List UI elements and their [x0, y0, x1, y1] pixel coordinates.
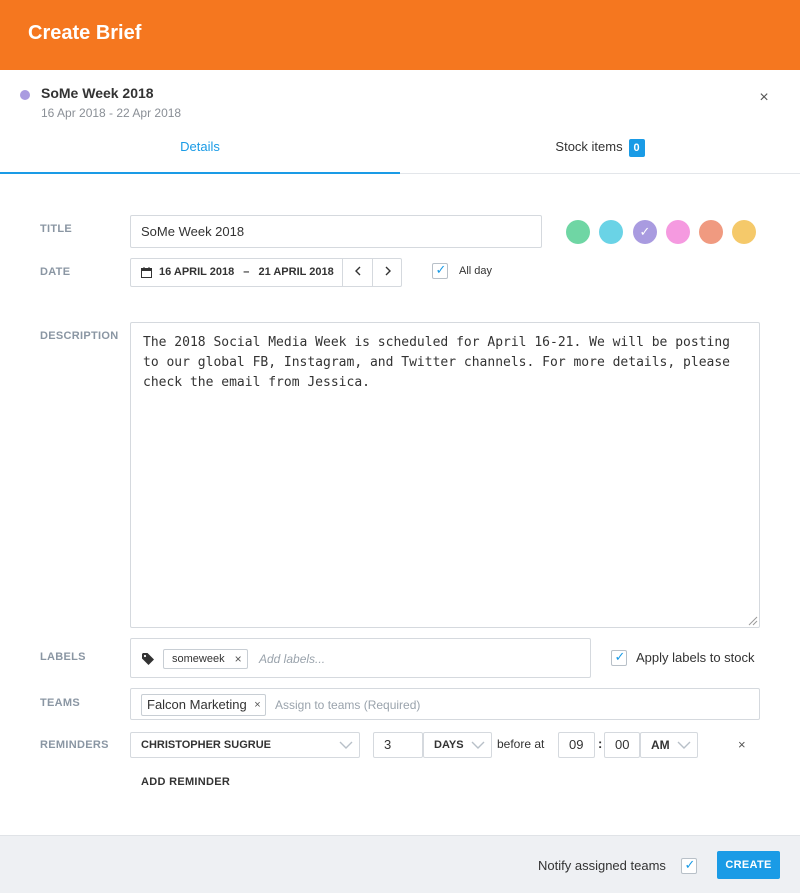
check-icon: ✓: [435, 262, 447, 277]
labels-label: LABELS: [40, 651, 86, 663]
brief-dates: 16 Apr 2018 - 22 Apr 2018: [41, 106, 182, 120]
reminder-unit-value: DAYS: [434, 739, 464, 751]
title-label: TITLE: [40, 223, 73, 235]
header-bar: Create Brief: [0, 0, 800, 70]
add-reminder-button[interactable]: ADD REMINDER: [141, 776, 230, 788]
reminder-person-select[interactable]: CHRISTOPHER SUGRUE: [130, 732, 360, 758]
color-swatch-green[interactable]: [566, 220, 590, 244]
dialog-footer: Notify assigned teams ✓ CREATE: [0, 835, 800, 893]
date-range-text: 16 APRIL 2018 – 21 APRIL 2018: [131, 259, 343, 286]
reminder-minute-input[interactable]: 00: [604, 732, 640, 758]
notify-teams-checkbox[interactable]: ✓: [681, 857, 697, 874]
reminder-amount-input[interactable]: 3: [373, 732, 423, 758]
labels-placeholder: Add labels...: [259, 652, 326, 666]
reminder-ampm-select[interactable]: AM: [640, 732, 698, 758]
brief-header: SoMe Week 2018 16 Apr 2018 - 22 Apr 2018…: [0, 70, 800, 130]
labels-input[interactable]: someweek × Add labels...: [130, 638, 591, 678]
reminder-hour-input[interactable]: 09: [558, 732, 595, 758]
teams-input[interactable]: Falcon Marketing × Assign to teams (Requ…: [130, 688, 760, 720]
tag-icon: [142, 653, 154, 665]
tab-stock-items[interactable]: Stock items 0: [400, 130, 800, 174]
brief-name: SoMe Week 2018: [41, 85, 154, 101]
date-label: DATE: [40, 266, 71, 278]
apply-labels-label: Apply labels to stock: [636, 650, 755, 665]
color-swatch-salmon[interactable]: [699, 220, 723, 244]
description-textarea[interactable]: The 2018 Social Media Week is scheduled …: [130, 322, 760, 628]
before-at-text: before at: [497, 737, 545, 751]
tab-bar: Details Stock items 0: [0, 130, 800, 174]
date-end: 21 APRIL 2018: [258, 266, 334, 278]
remove-reminder-icon[interactable]: ×: [738, 737, 746, 752]
description-label: DESCRIPTION: [40, 330, 119, 342]
color-swatch-purple[interactable]: ✓: [633, 220, 657, 244]
chevron-down-icon: [339, 741, 353, 749]
chevron-down-icon: [677, 741, 691, 749]
date-next-button[interactable]: [372, 259, 402, 286]
date-start: 16 APRIL 2018: [159, 266, 235, 278]
teams-placeholder: Assign to teams (Required): [275, 698, 421, 712]
team-chip-text: Falcon Marketing: [147, 697, 247, 712]
all-day-checkbox[interactable]: ✓: [432, 262, 448, 279]
check-icon: ✓: [684, 857, 696, 872]
title-input[interactable]: [130, 215, 542, 248]
create-button[interactable]: CREATE: [717, 851, 780, 879]
close-icon[interactable]: ×: [756, 90, 772, 106]
reminder-unit-select[interactable]: DAYS: [423, 732, 492, 758]
chevron-right-icon: [385, 266, 391, 276]
dialog-title: Create Brief: [28, 22, 142, 44]
color-swatch-cyan[interactable]: [599, 220, 623, 244]
stock-count-badge: 0: [628, 138, 645, 157]
teams-label: TEAMS: [40, 697, 80, 709]
brief-color-dot: [20, 90, 30, 100]
check-icon: ✓: [639, 224, 651, 239]
time-colon: :: [598, 736, 603, 751]
resize-handle-icon[interactable]: [748, 616, 758, 626]
label-chip-text: someweek: [172, 653, 225, 665]
color-swatch-pink[interactable]: [666, 220, 690, 244]
tab-details[interactable]: Details: [0, 130, 400, 174]
reminder-person-value: CHRISTOPHER SUGRUE: [141, 739, 271, 751]
label-chip: someweek ×: [163, 649, 248, 669]
chevron-left-icon: [354, 266, 360, 276]
remove-label-icon[interactable]: ×: [235, 650, 242, 668]
date-separator: –: [243, 266, 250, 278]
all-day-label: All day: [459, 265, 493, 277]
chevron-down-icon: [471, 741, 485, 749]
reminder-ampm-value: AM: [651, 738, 670, 752]
team-chip: Falcon Marketing ×: [141, 694, 266, 716]
date-range-picker[interactable]: 16 APRIL 2018 – 21 APRIL 2018: [130, 258, 402, 287]
remove-team-icon[interactable]: ×: [254, 695, 260, 715]
check-icon: ✓: [614, 649, 626, 664]
tab-details-label: Details: [180, 139, 220, 154]
reminders-label: REMINDERS: [40, 739, 109, 751]
notify-teams-label: Notify assigned teams: [538, 858, 666, 873]
color-swatch-yellow[interactable]: [732, 220, 756, 244]
date-prev-button[interactable]: [342, 259, 372, 286]
tab-stock-items-label: Stock items: [555, 139, 623, 154]
apply-labels-checkbox[interactable]: ✓: [611, 649, 627, 666]
